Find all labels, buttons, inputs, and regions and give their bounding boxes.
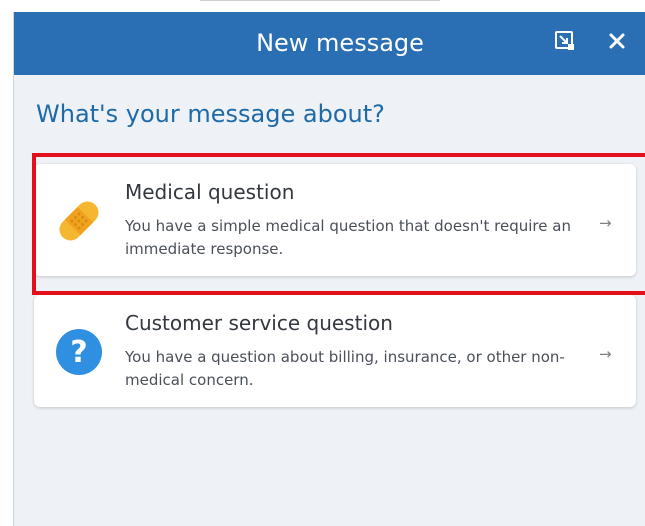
medical-question-option[interactable]: Medical question You have a simple medic… [34, 164, 636, 276]
bandage-icon [52, 194, 106, 248]
close-icon [607, 31, 627, 55]
close-button[interactable] [600, 26, 634, 60]
question-mark-icon: ? [52, 325, 106, 379]
option-title: Customer service question [125, 311, 393, 335]
option-title: Medical question [125, 180, 295, 204]
arrow-right-icon: → [599, 214, 612, 232]
popout-icon [554, 30, 576, 56]
popout-button[interactable] [548, 26, 582, 60]
customer-service-question-option[interactable]: ? Customer service question You have a q… [34, 295, 636, 407]
arrow-right-icon: → [599, 345, 612, 363]
new-message-dialog: New message What's your message about? M… [13, 12, 645, 526]
svg-text:?: ? [70, 335, 87, 370]
option-description: You have a question about billing, insur… [125, 348, 565, 389]
dialog-header: New message [14, 12, 645, 75]
page-title: What's your message about? [36, 100, 385, 128]
option-description: You have a simple medical question that … [125, 217, 571, 258]
